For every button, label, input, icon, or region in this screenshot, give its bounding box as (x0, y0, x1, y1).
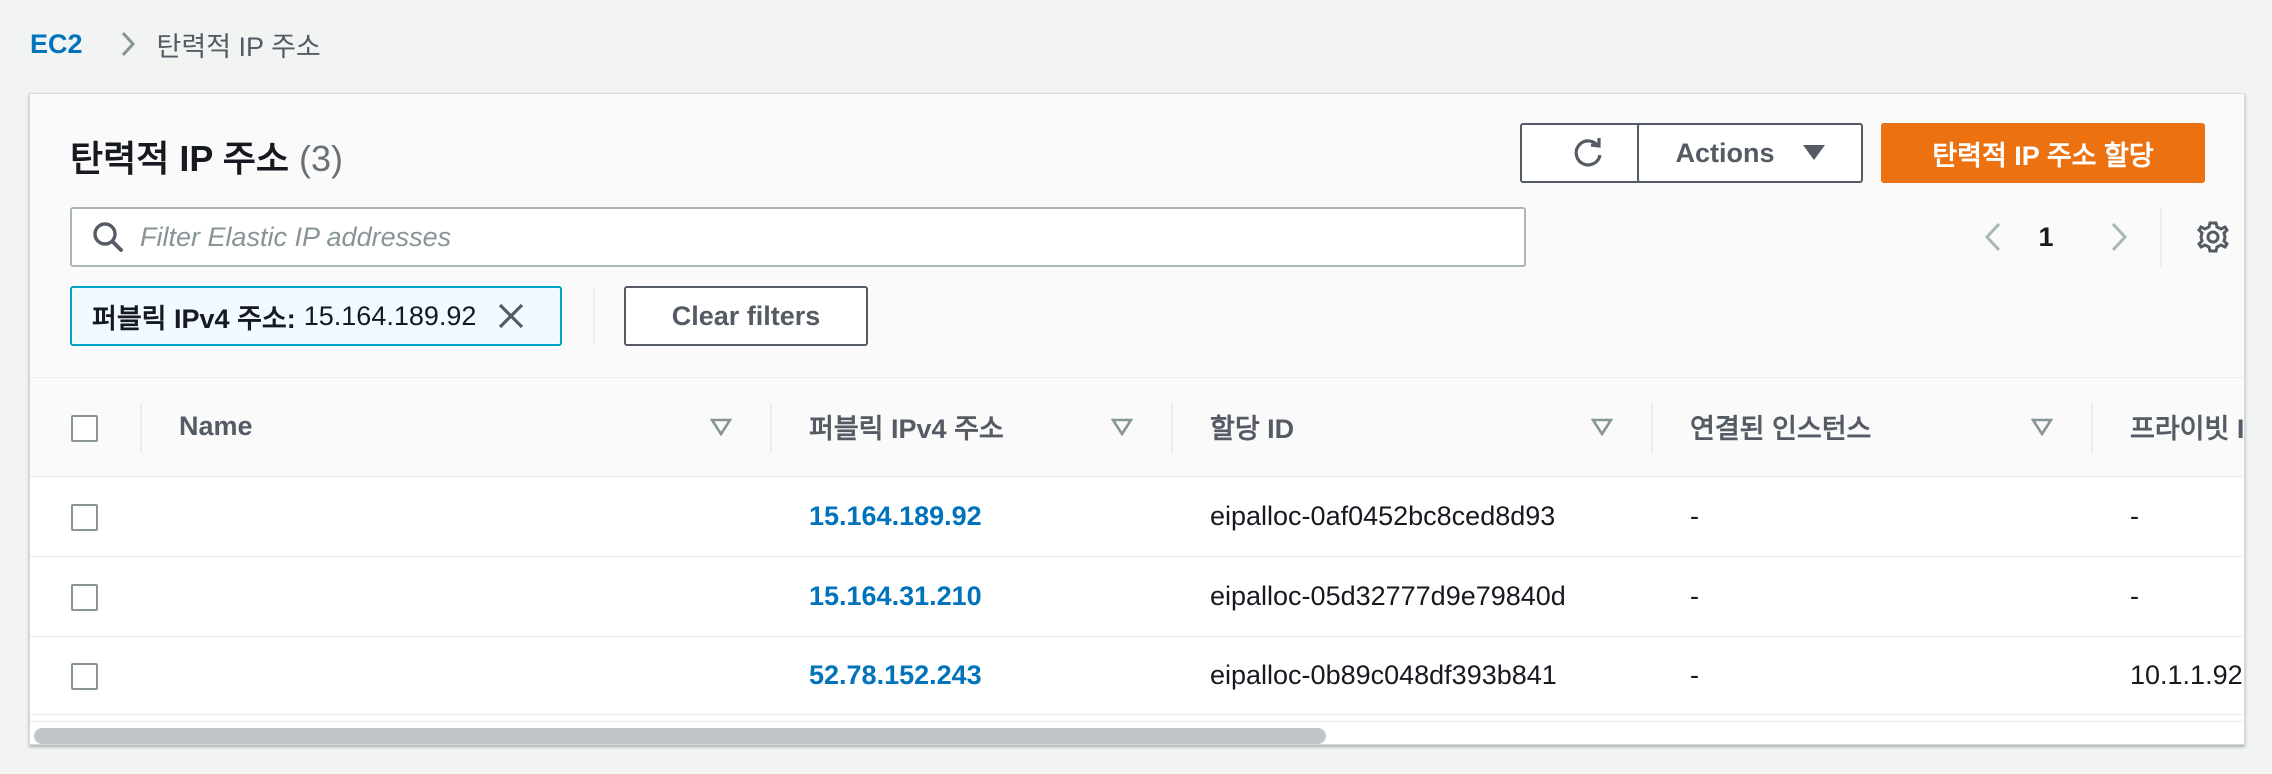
column-label: Name (179, 411, 253, 442)
column-header-private-ip[interactable]: 프라이빗 IP (2091, 378, 2245, 477)
column-header-name[interactable]: Name (140, 378, 770, 477)
cell-public-ip: 52.78.152.243 (770, 636, 1171, 715)
cell-name (140, 636, 770, 715)
column-separator (140, 403, 142, 453)
horizontal-scrollbar[interactable] (30, 721, 2244, 744)
table-header-area: 탄력적 IP 주소 (3) Actions 탄력적 IP 주소 할당 Filte… (30, 94, 2244, 378)
cell-private-ip: 10.1.1.92 (2091, 636, 2244, 715)
search-input[interactable] (140, 221, 1490, 253)
gear-icon (2196, 220, 2230, 254)
column-label: 할당 ID (1210, 414, 1295, 445)
cell-allocation-id: eipalloc-05d32777d9e79840d (1171, 556, 1651, 637)
column-separator (2091, 403, 2093, 453)
close-icon[interactable] (498, 303, 524, 329)
row-select-cell (30, 476, 140, 557)
pagination-divider (2160, 207, 2162, 267)
actions-label: Actions (1675, 137, 1775, 168)
column-label: 프라이빗 IP (2130, 414, 2245, 445)
previous-page-button[interactable] (1970, 215, 2016, 259)
filter-token-value: 15.164.189.92 (303, 300, 477, 331)
search-field (70, 207, 1526, 267)
chevron-right-icon (121, 31, 135, 57)
cell-private-ip: - (2091, 476, 2244, 557)
column-label: 퍼블릭 IPv4 주소 (809, 414, 1004, 445)
breadcrumb-ec2-link[interactable]: EC2 (30, 29, 83, 60)
column-separator (1171, 403, 1173, 453)
allocate-elastic-ip-button[interactable]: 탄력적 IP 주소 할당 (1881, 123, 2205, 183)
cell-private-ip: - (2091, 556, 2244, 637)
column-label: 연결된 인스턴스 (1690, 414, 1872, 445)
elastic-ip-table: Name 퍼블릭 IPv4 주소 할당 ID 연결된 인스턴스 프라이빗 I 1… (30, 378, 2245, 715)
item-count: (3) (298, 138, 343, 179)
cell-allocation-id: eipalloc-0b89c048df393b841 (1171, 636, 1651, 715)
table-header-row: Name 퍼블릭 IPv4 주소 할당 ID 연결된 인스턴스 프라이빗 I (30, 378, 2245, 477)
next-page-button[interactable] (2096, 215, 2142, 259)
row-select-cell (30, 556, 140, 637)
sort-icon[interactable] (2031, 418, 2053, 436)
preferences-button[interactable] (2180, 215, 2244, 259)
refresh-button[interactable] (1520, 123, 1656, 183)
caret-down-icon (1802, 145, 1825, 161)
table-row[interactable]: 15.164.31.210 eipalloc-05d32777d9e79840d… (30, 556, 2244, 637)
breadcrumb-current: 탄력적 IP 주소 (156, 31, 321, 62)
sort-icon[interactable] (1111, 418, 1133, 436)
sort-icon[interactable] (710, 418, 732, 436)
clear-filters-button[interactable]: Clear filters (624, 286, 868, 346)
chevron-right-icon (2110, 222, 2128, 252)
column-header-allocation-id[interactable]: 할당 ID (1171, 378, 1651, 477)
public-ip-link[interactable]: 15.164.31.210 (809, 581, 982, 611)
filter-divider (593, 288, 595, 344)
select-all-checkbox[interactable] (71, 414, 98, 442)
elastic-ip-table-panel: 탄력적 IP 주소 (3) Actions 탄력적 IP 주소 할당 Filte… (29, 93, 2245, 745)
cell-public-ip: 15.164.31.210 (770, 556, 1171, 637)
cell-instance: - (1651, 476, 2091, 557)
column-separator (770, 403, 772, 453)
row-select-cell (30, 636, 140, 715)
page-title-text: 탄력적 IP 주소 (70, 138, 289, 179)
search-icon (92, 220, 126, 254)
select-all-cell (30, 378, 140, 477)
breadcrumb: EC2 탄력적 IP 주소 (30, 22, 321, 66)
page-title: 탄력적 IP 주소 (3) (70, 130, 343, 182)
current-page-number[interactable]: 1 (2022, 215, 2070, 259)
column-separator (1651, 403, 1653, 453)
sort-icon[interactable] (1591, 418, 1613, 436)
cell-instance: - (1651, 556, 2091, 637)
scrollbar-thumb[interactable] (34, 728, 1326, 744)
actions-dropdown[interactable]: Actions (1637, 123, 1863, 183)
cell-allocation-id: eipalloc-0af0452bc8ced8d93 (1171, 476, 1651, 557)
filter-token: 퍼블릭 IPv4 주소: 15.164.189.92 (70, 286, 562, 346)
public-ip-link[interactable]: 15.164.189.92 (809, 501, 982, 531)
public-ip-link[interactable]: 52.78.152.243 (809, 660, 982, 690)
row-checkbox[interactable] (71, 503, 98, 531)
row-checkbox[interactable] (71, 662, 98, 690)
filter-token-key: 퍼블릭 IPv4 주소: (92, 303, 296, 334)
cell-name (140, 476, 770, 557)
refresh-icon (1571, 136, 1605, 170)
column-header-associated-instance[interactable]: 연결된 인스턴스 (1651, 378, 2091, 477)
table-row[interactable]: 15.164.189.92 eipalloc-0af0452bc8ced8d93… (30, 476, 2244, 557)
cell-public-ip: 15.164.189.92 (770, 476, 1171, 557)
cell-instance: - (1651, 636, 2091, 715)
row-checkbox[interactable] (71, 583, 98, 611)
chevron-left-icon (1984, 222, 2002, 252)
column-header-public-ip[interactable]: 퍼블릭 IPv4 주소 (770, 378, 1171, 477)
cell-name (140, 556, 770, 637)
table-row[interactable]: 52.78.152.243 eipalloc-0b89c048df393b841… (30, 636, 2244, 715)
